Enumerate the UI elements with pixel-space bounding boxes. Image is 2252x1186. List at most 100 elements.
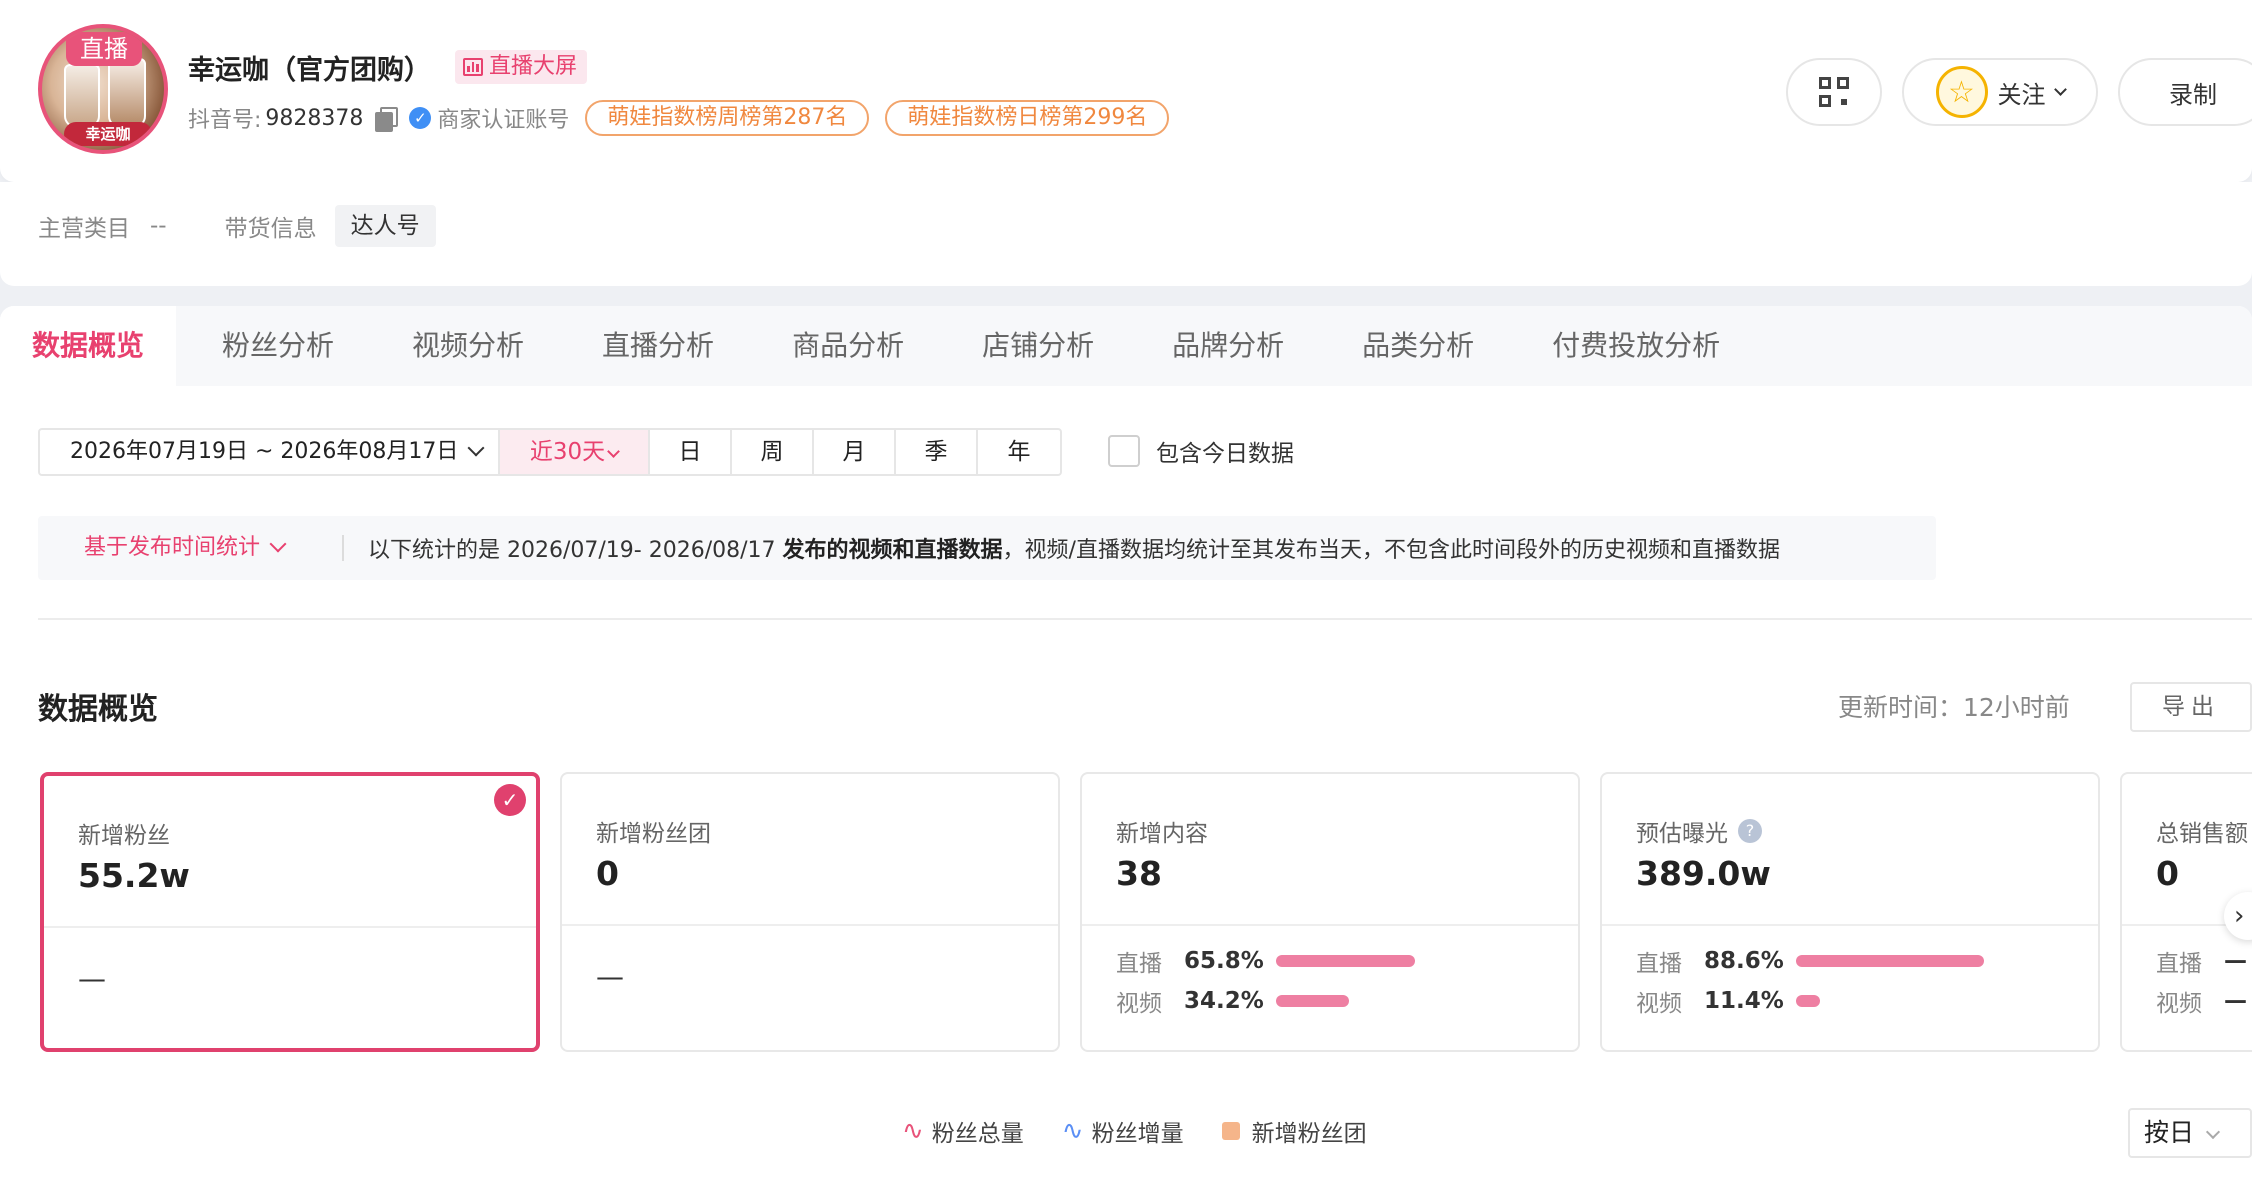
- period-day-button[interactable]: 日: [650, 430, 732, 474]
- section-divider: [38, 618, 2252, 620]
- legend-label: 粉丝增量: [1091, 1121, 1184, 1147]
- breakdown-label: 视频: [2156, 991, 2202, 1017]
- chevron-down-icon: [269, 535, 287, 553]
- main-panel: 数据概览 粉丝分析 视频分析 直播分析 商品分析 店铺分析 品牌分析 品类分析 …: [0, 306, 2252, 1186]
- live-big-screen-label: 直播大屏: [489, 54, 578, 79]
- quick-range-select[interactable]: 近30天: [500, 430, 650, 474]
- overview-title: 数据概览: [38, 692, 158, 727]
- stat-basis-dropdown[interactable]: 基于发布时间统计: [38, 535, 344, 561]
- chevron-down-icon: [467, 439, 485, 457]
- tab-category-analysis[interactable]: 品类分析: [1330, 306, 1506, 386]
- notice-prefix: 以下统计的是 2026/07/19- 2026/08/17: [368, 538, 783, 563]
- main-category-label: 主营类目: [38, 216, 130, 242]
- live-big-screen-link[interactable]: 直播大屏: [455, 50, 588, 84]
- wave-line-icon: ∿: [1061, 1116, 1084, 1146]
- metric-value: 0: [2156, 854, 2179, 893]
- breakdown-row-video: 视频 34.2%: [1116, 986, 1349, 1017]
- legend-item-new-fan-club[interactable]: 新增粉丝团: [1221, 1114, 1367, 1148]
- period-year-button[interactable]: 年: [978, 430, 1060, 474]
- date-filter-bar: 2026年07月19日 ~ 2026年08月17日 近30天 日 周 月 季 年: [38, 428, 1062, 476]
- breakdown-row-live: 直播 65.8%: [1116, 946, 1415, 977]
- douyin-id-value: 9828378: [265, 105, 364, 131]
- breakdown-row-live: 直播 —: [2156, 946, 2252, 977]
- metric-label: 预估曝光: [1636, 821, 1728, 847]
- metric-footer: —: [596, 960, 624, 993]
- bar-chart-icon: [463, 58, 483, 76]
- chevron-down-icon: [2205, 1124, 2221, 1140]
- rank-weekly-tag[interactable]: 萌娃指数榜周榜第287名: [585, 100, 870, 136]
- star-icon: ☆: [1935, 66, 1988, 118]
- chevron-down-icon: [607, 445, 621, 458]
- tab-overview[interactable]: 数据概览: [0, 306, 177, 386]
- tab-live-analysis[interactable]: 直播分析: [570, 306, 746, 386]
- metric-value: 55.2w: [78, 856, 190, 895]
- include-today-label: 包含今日数据: [1156, 441, 1294, 467]
- tab-fans-analysis[interactable]: 粉丝分析: [190, 306, 366, 386]
- copy-icon[interactable]: [375, 107, 399, 132]
- analysis-tabs: 数据概览 粉丝分析 视频分析 直播分析 商品分析 店铺分析 品牌分析 品类分析 …: [0, 306, 2252, 386]
- date-range-picker[interactable]: 2026年07月19日 ~ 2026年08月17日: [40, 430, 500, 474]
- breakdown-bar: [1276, 995, 1349, 1007]
- rank-daily-tag[interactable]: 萌娃指数榜日榜第299名: [885, 100, 1170, 136]
- card-divider: [562, 924, 1058, 926]
- breakdown-label: 直播: [1636, 951, 1682, 977]
- help-icon[interactable]: ?: [1738, 819, 1762, 843]
- qr-code-button[interactable]: [1786, 58, 1882, 126]
- breakdown-label: 视频: [1116, 991, 1162, 1017]
- breakdown-percent: 88.6%: [1704, 948, 1784, 974]
- verified-check-icon: ✓: [409, 107, 432, 129]
- record-button[interactable]: 录制: [2118, 58, 2252, 126]
- follow-label: 关注: [1997, 80, 2046, 109]
- notice-bold: 发布的视频和直播数据: [782, 538, 1003, 563]
- notice-suffix: ，视频/直播数据均统计至其发布当天，不包含此时间段外的历史视频和直播数据: [1002, 538, 1780, 563]
- tab-brand-analysis[interactable]: 品牌分析: [1140, 306, 1316, 386]
- period-week-button[interactable]: 周: [732, 430, 814, 474]
- breakdown-label: 直播: [2156, 951, 2202, 977]
- tab-product-analysis[interactable]: 商品分析: [760, 306, 936, 386]
- metric-card-new-content[interactable]: 新增内容 38 直播 65.8% 视频 34.2%: [1080, 772, 1580, 1052]
- metric-label: 新增内容: [1116, 821, 1208, 847]
- date-range-value: 2026年07月19日 ~ 2026年08月17日: [70, 439, 459, 464]
- metric-card-new-fans[interactable]: ✓ 新增粉丝 55.2w —: [40, 772, 540, 1052]
- follow-button[interactable]: ☆ 关注: [1902, 58, 2098, 126]
- stat-notice-bar: 基于发布时间统计 以下统计的是 2026/07/19- 2026/08/17 发…: [38, 516, 1936, 580]
- breakdown-percent: —: [2224, 988, 2247, 1014]
- breakdown-bar: [1796, 955, 1984, 967]
- tab-paid-ads-analysis[interactable]: 付费投放分析: [1520, 306, 1752, 386]
- douyin-id-label: 抖音号:: [188, 108, 262, 133]
- tab-video-analysis[interactable]: 视频分析: [380, 306, 556, 386]
- legend-item-total-fans[interactable]: ∿ 粉丝总量: [902, 1114, 1024, 1148]
- breakdown-percent: 34.2%: [1184, 988, 1264, 1014]
- export-button[interactable]: 导出: [2130, 682, 2252, 732]
- stat-notice-text: 以下统计的是 2026/07/19- 2026/08/17 发布的视频和直播数据…: [344, 532, 1780, 564]
- stat-basis-label: 基于发布时间统计: [84, 535, 261, 560]
- card-divider: [1082, 924, 1578, 926]
- update-time: 更新时间：12小时前: [1838, 693, 2070, 722]
- granularity-value: 按日: [2144, 1118, 2195, 1147]
- period-quarter-button[interactable]: 季: [896, 430, 978, 474]
- goods-info-label: 带货信息: [224, 216, 317, 242]
- metric-card-new-fan-club[interactable]: 新增粉丝团 0 —: [560, 772, 1060, 1052]
- period-month-button[interactable]: 月: [814, 430, 896, 474]
- breakdown-bar: [1276, 955, 1415, 967]
- qr-code-icon: [1819, 77, 1849, 107]
- legend-item-fans-increase[interactable]: ∿ 粉丝增量: [1062, 1114, 1184, 1148]
- account-header: 直播 幸运咖 幸运咖（官方团购） 直播大屏 抖音号: 9828378 ✓ 商家认…: [0, 0, 2252, 182]
- granularity-select[interactable]: 按日: [2128, 1108, 2252, 1158]
- avatar-cup-graphic: [64, 64, 100, 128]
- breakdown-row-video: 视频 11.4%: [1636, 986, 1820, 1017]
- breakdown-row-live: 直播 88.6%: [1636, 946, 1984, 977]
- metric-value: 0: [596, 854, 619, 893]
- include-today-checkbox[interactable]: [1108, 435, 1140, 467]
- chevron-down-icon: [2053, 82, 2067, 96]
- metric-card-est-exposure[interactable]: 预估曝光 ? 389.0w 直播 88.6% 视频 11.4%: [1600, 772, 2100, 1052]
- live-badge: 直播: [66, 32, 142, 66]
- include-today-option[interactable]: 包含今日数据: [1108, 434, 1294, 468]
- breakdown-percent: 11.4%: [1704, 988, 1784, 1014]
- tab-store-analysis[interactable]: 店铺分析: [950, 306, 1126, 386]
- breakdown-label: 视频: [1636, 991, 1682, 1017]
- quick-range-value: 近30天: [529, 439, 606, 465]
- talent-account-tag: 达人号: [334, 205, 436, 247]
- metric-label: 新增粉丝: [78, 823, 170, 849]
- account-avatar[interactable]: 直播 幸运咖: [38, 24, 168, 154]
